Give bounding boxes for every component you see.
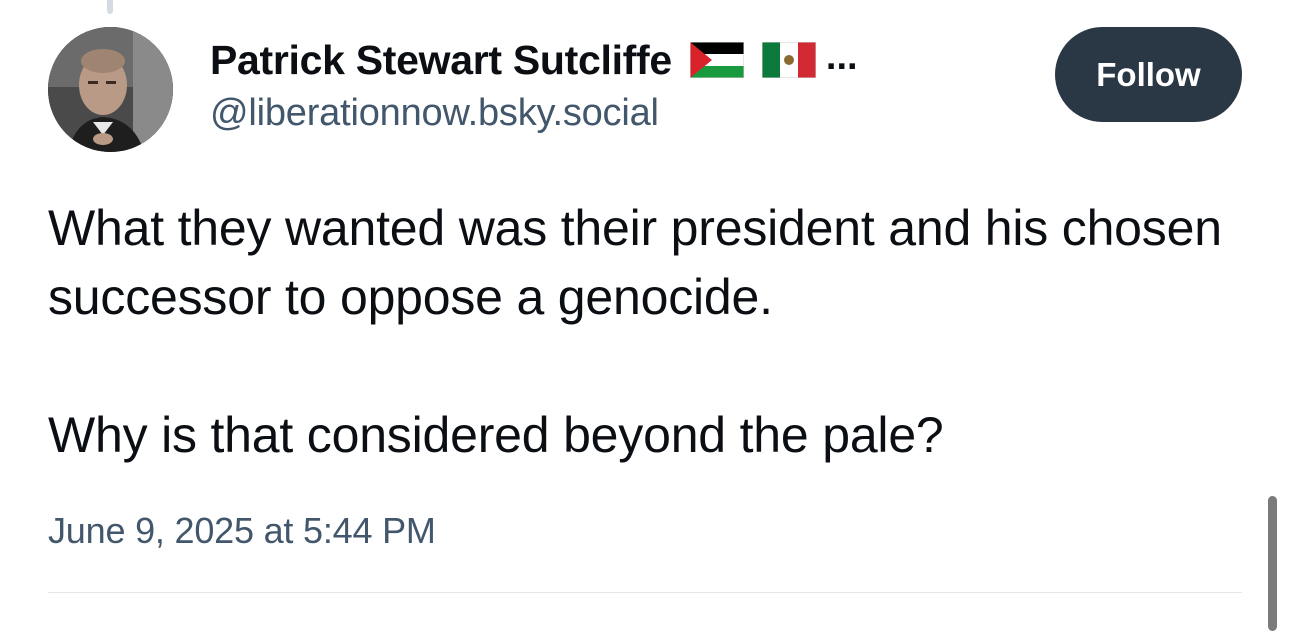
post-paragraph: What they wanted was their president and… <box>48 200 1222 325</box>
author-name-row: Patrick Stewart Sutcliffe ... <box>210 32 1010 88</box>
avatar[interactable] <box>48 27 173 152</box>
divider <box>48 592 1242 593</box>
thread-connector-line <box>107 0 113 14</box>
scrollbar-thumb[interactable] <box>1268 496 1277 631</box>
post-timestamp[interactable]: June 9, 2025 at 5:44 PM <box>48 510 436 552</box>
post-author: Patrick Stewart Sutcliffe ... @liberatio… <box>210 32 1010 135</box>
avatar-photo <box>48 27 173 152</box>
name-truncation-ellipsis: ... <box>825 35 858 78</box>
post-paragraph: Why is that considered beyond the pale? <box>48 407 944 463</box>
author-display-name[interactable]: Patrick Stewart Sutcliffe <box>210 37 672 84</box>
palestine-flag-icon <box>689 41 745 79</box>
author-handle[interactable]: @liberationnow.bsky.social <box>210 92 1010 135</box>
mexico-flag-icon <box>761 41 817 79</box>
post-body: What they wanted was their president and… <box>48 194 1248 470</box>
follow-button[interactable]: Follow <box>1055 27 1242 122</box>
